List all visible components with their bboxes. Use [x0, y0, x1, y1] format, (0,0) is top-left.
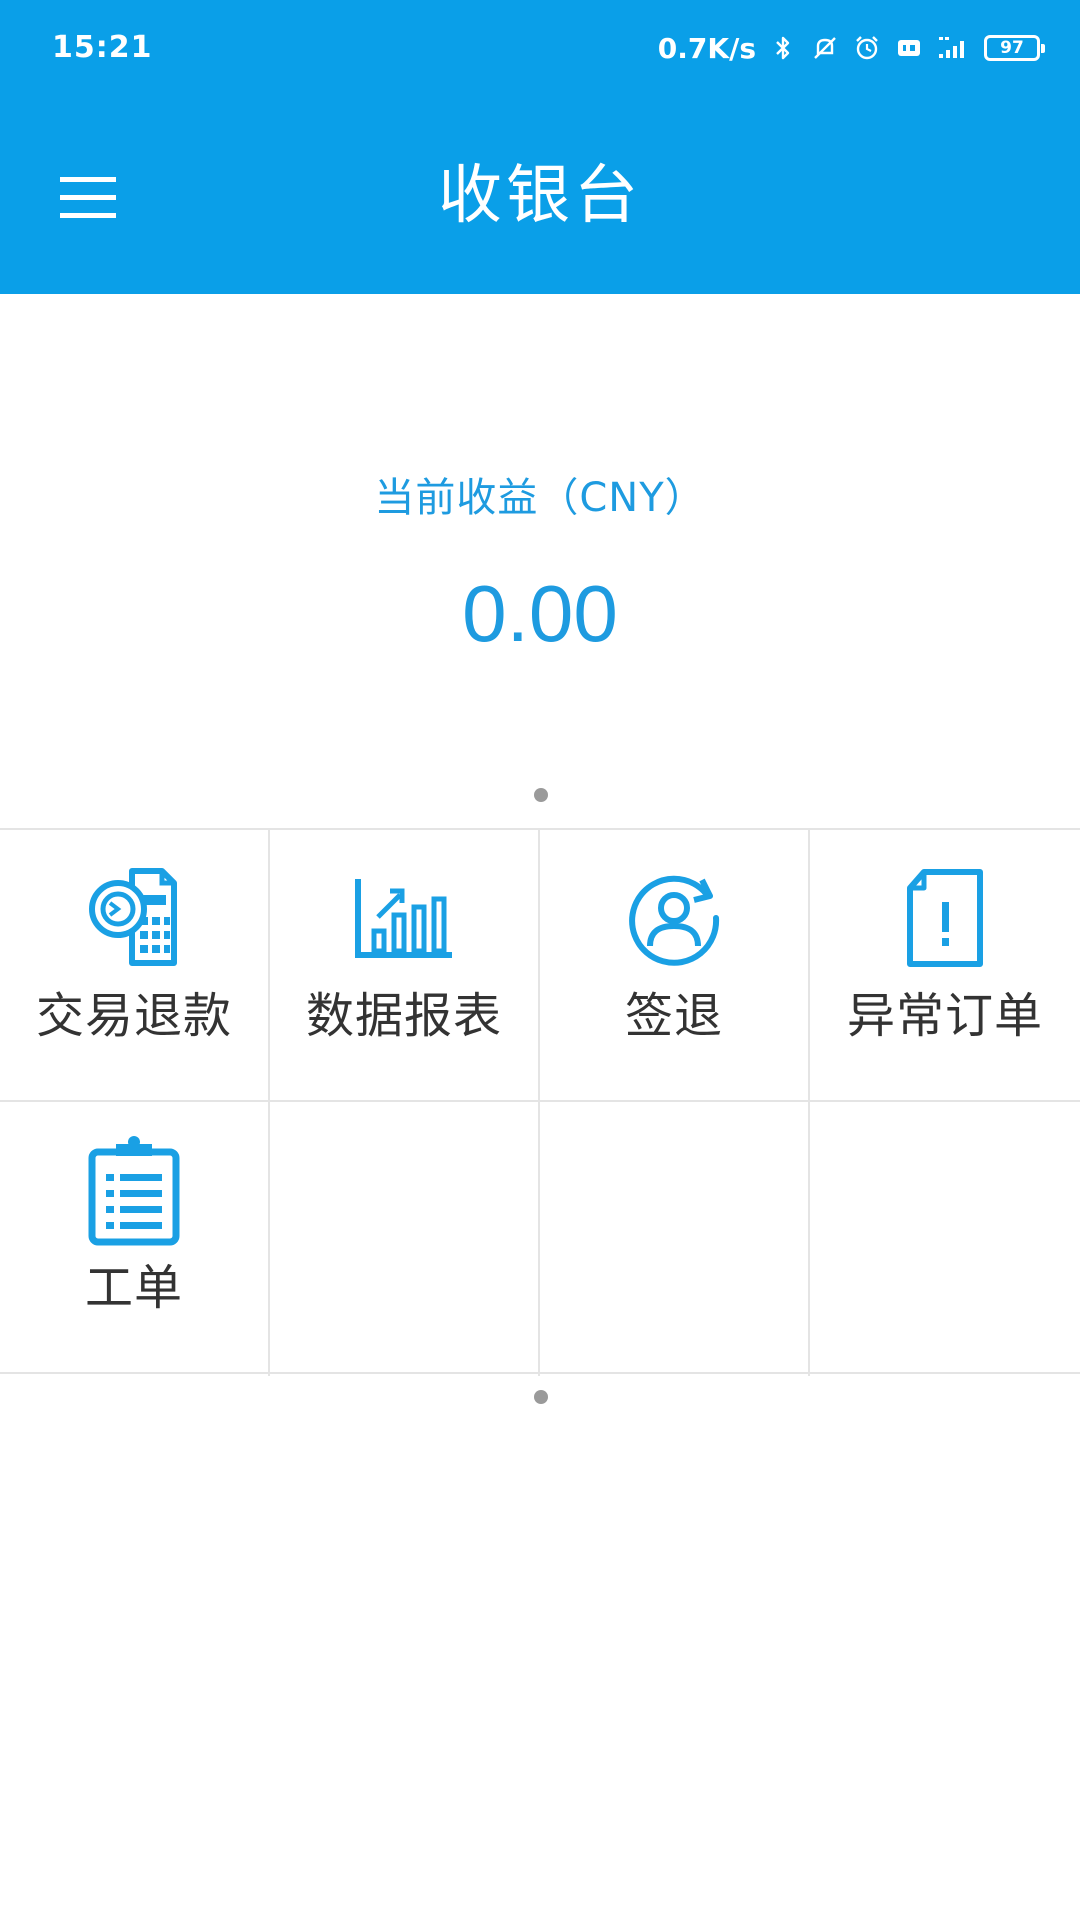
cashier-screen: 15:21 0.7K/s 97 收银台 当前收益（CNY） 0.00 交易退款 … — [0, 0, 1080, 1920]
status-bar: 15:21 0.7K/s 97 — [0, 0, 1080, 100]
page-indicator-dot — [534, 788, 548, 802]
status-time: 15:21 — [52, 30, 153, 65]
battery-icon: 97 — [984, 35, 1045, 61]
exception-order-label: 异常订单 — [846, 988, 1043, 1044]
alarm-icon — [856, 36, 878, 60]
earnings-panel: 当前收益（CNY） 0.00 — [0, 470, 1080, 662]
earnings-value: 0.00 — [462, 569, 618, 658]
page-indicator-dot — [534, 1390, 548, 1404]
user-signout-icon — [622, 866, 726, 970]
bluetooth-icon — [776, 36, 790, 60]
empty-grid-cell — [810, 1102, 1080, 1376]
function-grid: 交易退款 数据报表 签退 异常订单 工单 — [0, 828, 1080, 1376]
clipboard-list-icon — [82, 1136, 186, 1246]
page-title: 收银台 — [438, 159, 642, 233]
app-bar: 收银台 — [0, 100, 1080, 294]
earnings-label: 当前收益（CNY） — [374, 475, 706, 521]
exception-document-icon — [893, 866, 997, 970]
empty-grid-cell — [270, 1102, 540, 1376]
refund-button[interactable]: 交易退款 — [0, 830, 270, 1102]
hd-icon — [898, 40, 920, 56]
mute-icon — [814, 37, 836, 59]
battery-level: 97 — [1000, 38, 1024, 58]
refund-label: 交易退款 — [35, 988, 232, 1044]
exception-order-button[interactable]: 异常订单 — [810, 830, 1080, 1102]
top-bar: 15:21 0.7K/s 97 收银台 — [0, 0, 1080, 294]
refund-calculator-icon — [82, 866, 186, 970]
sign-out-button[interactable]: 签退 — [540, 830, 810, 1102]
network-speed: 0.7K/s — [657, 31, 756, 65]
sign-out-label: 签退 — [624, 988, 723, 1044]
signal-icon — [939, 37, 964, 58]
bar-chart-icon — [352, 866, 456, 970]
data-report-button[interactable]: 数据报表 — [270, 830, 540, 1102]
empty-grid-cell — [540, 1102, 810, 1376]
data-report-label: 数据报表 — [305, 988, 502, 1044]
work-order-label: 工单 — [84, 1260, 183, 1316]
work-order-button[interactable]: 工单 — [0, 1102, 270, 1376]
status-icons: 0.7K/s 97 — [657, 28, 1045, 68]
